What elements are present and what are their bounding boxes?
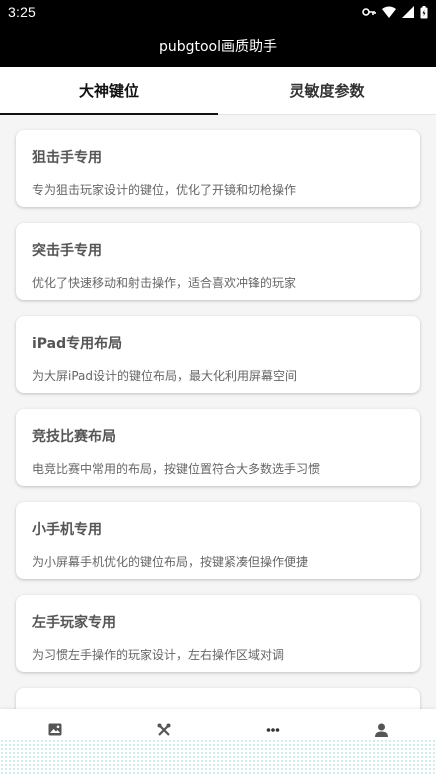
nav-item-image[interactable] (0, 709, 109, 775)
card-desc: 优化了快速移动和射击操作，适合喜欢冲锋的玩家 (32, 276, 297, 290)
list-item[interactable]: 狙击手专用 专为狙击玩家设计的键位，优化了开镜和切枪操作 (16, 130, 420, 207)
card-title: 竞技比赛布局 (32, 429, 116, 445)
card-title: 左手玩家专用 (32, 615, 116, 631)
battery-icon (420, 5, 428, 19)
nav-item-more[interactable] (218, 709, 327, 775)
card-title: 狙击手专用 (32, 150, 102, 166)
app-bar: pubgtool画质助手 (0, 24, 436, 67)
more-icon (266, 723, 280, 737)
card-title: 小手机专用 (32, 522, 102, 538)
nav-item-profile[interactable] (327, 709, 436, 775)
card-desc: 专为狙击玩家设计的键位，优化了开镜和切枪操作 (32, 183, 297, 197)
card-desc: 为小屏幕手机优化的键位布局，按键紧凑但操作便捷 (32, 555, 309, 569)
nav-item-tools[interactable] (109, 709, 218, 775)
card-desc: 为大屏iPad设计的键位布局，最大化利用屏幕空间 (32, 369, 298, 383)
wifi-icon (382, 6, 396, 18)
tab-bar: 大神键位 灵敏度参数 (0, 67, 436, 115)
card-desc: 为习惯左手操作的玩家设计，左右操作区域对调 (32, 648, 285, 662)
bottom-nav (0, 709, 436, 775)
person-icon (375, 723, 388, 737)
signal-icon (402, 6, 414, 18)
app-title: pubgtool画质助手 (158, 38, 278, 55)
list-item[interactable]: 突击手专用 优化了快速移动和射击操作，适合喜欢冲锋的玩家 (16, 223, 420, 300)
list-item[interactable]: 小手机专用 为小屏幕手机优化的键位布局，按键紧凑但操作便捷 (16, 502, 420, 579)
card-title: 突击手专用 (32, 243, 102, 259)
image-icon (48, 723, 62, 736)
keymap-list[interactable]: 狙击手专用 专为狙击玩家设计的键位，优化了开镜和切枪操作 突击手专用 优化了快速… (0, 116, 436, 716)
status-time: 3:25 (8, 4, 37, 20)
status-icons (362, 5, 428, 19)
card-title: iPad专用布局 (32, 336, 123, 352)
status-bar: 3:25 (0, 0, 436, 24)
key-icon (362, 7, 376, 17)
tools-icon (157, 723, 171, 737)
tab-sensitivity[interactable]: 灵敏度参数 (218, 67, 436, 114)
tab-pro-keymap[interactable]: 大神键位 (0, 67, 218, 115)
list-item[interactable]: 左手玩家专用 为习惯左手操作的玩家设计，左右操作区域对调 (16, 595, 420, 672)
list-item[interactable]: 竞技比赛布局 电竞比赛中常用的布局，按键位置符合大多数选手习惯 (16, 409, 420, 486)
list-item[interactable]: iPad专用布局 为大屏iPad设计的键位布局，最大化利用屏幕空间 (16, 316, 420, 393)
card-desc: 电竞比赛中常用的布局，按键位置符合大多数选手习惯 (32, 462, 321, 476)
